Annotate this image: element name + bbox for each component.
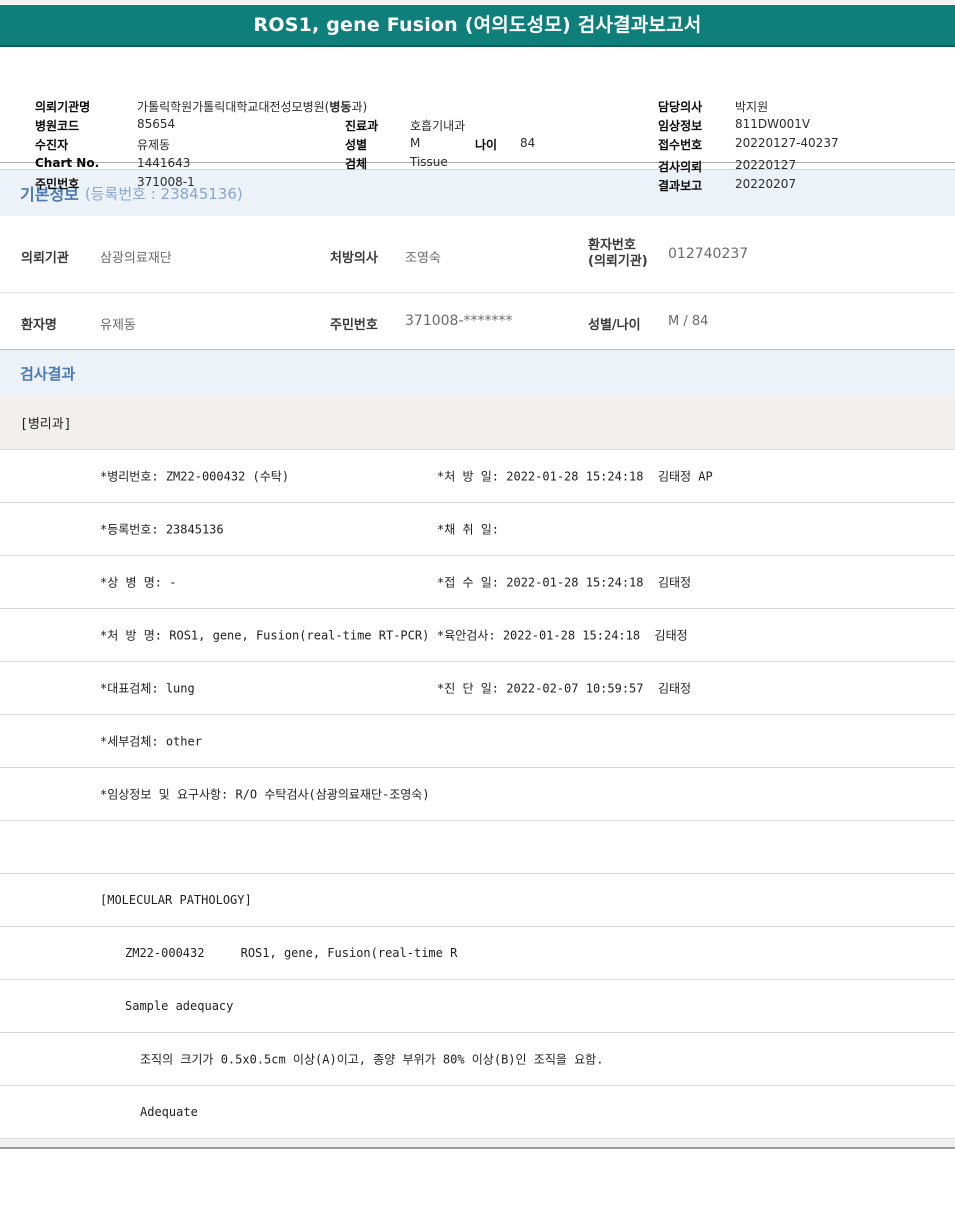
- detail-row: ZM22-000432 ROS1, gene, Fusion(real-time…: [0, 927, 955, 980]
- collection-date: *채 취 일:: [437, 522, 500, 537]
- sex-value: M: [410, 136, 421, 150]
- prescribing-doctor-value: 조영숙: [405, 251, 441, 266]
- diagnosis-date: *진 단 일: 2022-02-07 10:59:57 김태정: [437, 681, 692, 696]
- basic-info-row-2: 환자명 유제동 주민번호 371008-******* 성별/나이 M / 84: [0, 293, 955, 349]
- chart-no-value: 1441643: [137, 156, 191, 170]
- hospital-code-value: 85654: [137, 117, 176, 131]
- sub-specimen: *세부검체: other: [100, 734, 202, 749]
- gross-exam-date: *육안검사: 2022-01-28 15:24:18 김태정: [437, 628, 688, 643]
- receipt-date: *접 수 일: 2022-01-28 15:24:18 김태정: [437, 575, 692, 590]
- report-title-banner: ROS1, gene Fusion (여의도성모) 검사결과보고서: [0, 5, 955, 47]
- clinical-info-label: 임상정보: [658, 119, 703, 133]
- referring-agency-label: 의뢰기관: [21, 251, 69, 266]
- detail-row: *상 병 명: - *접 수 일: 2022-01-28 15:24:18 김태…: [0, 556, 955, 609]
- prescription-date: *처 방 일: 2022-01-28 15:24:18 김태정 AP: [437, 469, 713, 484]
- molecular-pathology-heading: [MOLECULAR PATHOLOGY]: [100, 893, 252, 907]
- patient-name-label: 환자명: [21, 318, 57, 333]
- specimen-label: 검체: [345, 157, 368, 171]
- detail-row: *대표검체: lung *진 단 일: 2022-02-07 10:59:57 …: [0, 662, 955, 715]
- attending-doctor-value: 박지원: [735, 100, 769, 114]
- test-request-date-label: 검사의뢰: [658, 160, 703, 174]
- prescribing-doctor-label: 처방의사: [330, 251, 378, 266]
- attending-doctor-label: 담당의사: [658, 100, 703, 114]
- receipt-no-label: 접수번호: [658, 138, 703, 152]
- sex-age-value: M / 84: [668, 314, 709, 329]
- detail-row: *처 방 명: ROS1, gene, Fusion(real-time RT-…: [0, 609, 955, 662]
- specimen-value: Tissue: [410, 155, 448, 169]
- hospital-code-label: 병원코드: [35, 119, 80, 133]
- detail-row: *세부검체: other: [0, 715, 955, 768]
- clinical-info-value: 811DW001V: [735, 117, 811, 131]
- referring-org-value: 가톨릭학원가톨릭대학교대전성모병원(병동과): [137, 98, 367, 115]
- basic-info-row-1: 의뢰기관 삼광의료재단 처방의사 조영숙 환자번호 (의뢰기관) 01274023…: [0, 216, 955, 293]
- patient-no-label-line2: (의뢰기관): [588, 254, 648, 269]
- chart-no-label: Chart No.: [35, 156, 100, 170]
- referring-agency-value: 삼광의료재단: [100, 251, 172, 266]
- patient-no-label-line1: 환자번호: [588, 238, 636, 253]
- detail-row: Adequate: [0, 1086, 955, 1139]
- department-value: 호흡기내과: [410, 119, 466, 133]
- detail-row: Sample adequacy: [0, 980, 955, 1033]
- sample-adequacy-heading: Sample adequacy: [125, 999, 234, 1013]
- report-title: ROS1, gene Fusion (여의도성모) 검사결과보고서: [253, 14, 702, 36]
- pathology-dept-row: [병리과]: [0, 396, 955, 450]
- department-label: 진료과: [345, 119, 379, 133]
- sample-adequacy-result: Adequate: [140, 1105, 198, 1119]
- results-section-bar: 검사결과: [0, 349, 955, 396]
- detail-row: 조직의 크기가 0.5x0.5cm 이상(A)이고, 종양 부위가 80% 이상…: [0, 1033, 955, 1086]
- resident-reg-no-label: 주민번호: [330, 318, 378, 333]
- referring-org-value-post: 과): [351, 100, 368, 114]
- examinee-label: 수진자: [35, 138, 69, 152]
- referring-org-label: 의뢰기관명: [35, 100, 91, 114]
- representative-specimen: *대표검체: lung: [100, 681, 195, 696]
- results-section-title: 검사결과: [20, 364, 76, 383]
- sample-adequacy-criteria: 조직의 크기가 0.5x0.5cm 이상(A)이고, 종양 부위가 80% 이상…: [140, 1052, 604, 1067]
- patient-header: 의뢰기관명 가톨릭학원가톨릭대학교대전성모병원(병동과) 병원코드 85654 …: [0, 47, 955, 193]
- resident-no-label: 주민번호: [35, 177, 80, 191]
- detail-row-empty: [0, 821, 955, 874]
- pathology-no: *병리번호: ZM22-000432 (수탁): [100, 469, 290, 484]
- detail-row: [MOLECULAR PATHOLOGY]: [0, 874, 955, 927]
- age-label: 나이: [475, 138, 498, 152]
- disease-name: *상 병 명: -: [100, 575, 177, 590]
- detail-row: *병리번호: ZM22-000432 (수탁) *처 방 일: 2022-01-…: [0, 450, 955, 503]
- prescription-name: *처 방 명: ROS1, gene, Fusion(real-time RT-…: [100, 628, 430, 643]
- sex-label: 성별: [345, 138, 368, 152]
- pathology-dept-label: [병리과]: [20, 417, 72, 432]
- age-value: 84: [520, 136, 536, 150]
- registration-no: *등록번호: 23845136: [100, 522, 224, 537]
- patient-no-label: 환자번호 (의뢰기관): [588, 238, 648, 270]
- result-report-date-value: 20220207: [735, 177, 797, 191]
- result-report-date-label: 결과보고: [658, 179, 703, 193]
- resident-no-value: 371008-1: [137, 175, 195, 189]
- referring-org-value-bold: 병동: [329, 100, 352, 114]
- clinical-info-request: *임상정보 및 요구사항: R/O 수탁검사(삼광의료재단-조영숙): [100, 787, 430, 802]
- test-id-line: ZM22-000432 ROS1, gene, Fusion(real-time…: [125, 946, 458, 960]
- resident-reg-no-value: 371008-*******: [405, 313, 513, 329]
- detail-row: *등록번호: 23845136 *채 취 일:: [0, 503, 955, 556]
- sex-age-label: 성별/나이: [588, 318, 641, 333]
- patient-name-value: 유제동: [100, 318, 136, 333]
- detail-row: *임상정보 및 요구사항: R/O 수탁검사(삼광의료재단-조영숙): [0, 768, 955, 821]
- bottom-divider: [0, 1139, 955, 1149]
- patient-no-value: 012740237: [668, 246, 749, 262]
- referring-org-value-pre: 가톨릭학원가톨릭대학교대전성모병원(: [137, 100, 330, 114]
- examinee-value: 유제동: [137, 138, 171, 152]
- test-request-date-value: 20220127: [735, 158, 797, 172]
- receipt-no-value: 20220127-40237: [735, 136, 839, 150]
